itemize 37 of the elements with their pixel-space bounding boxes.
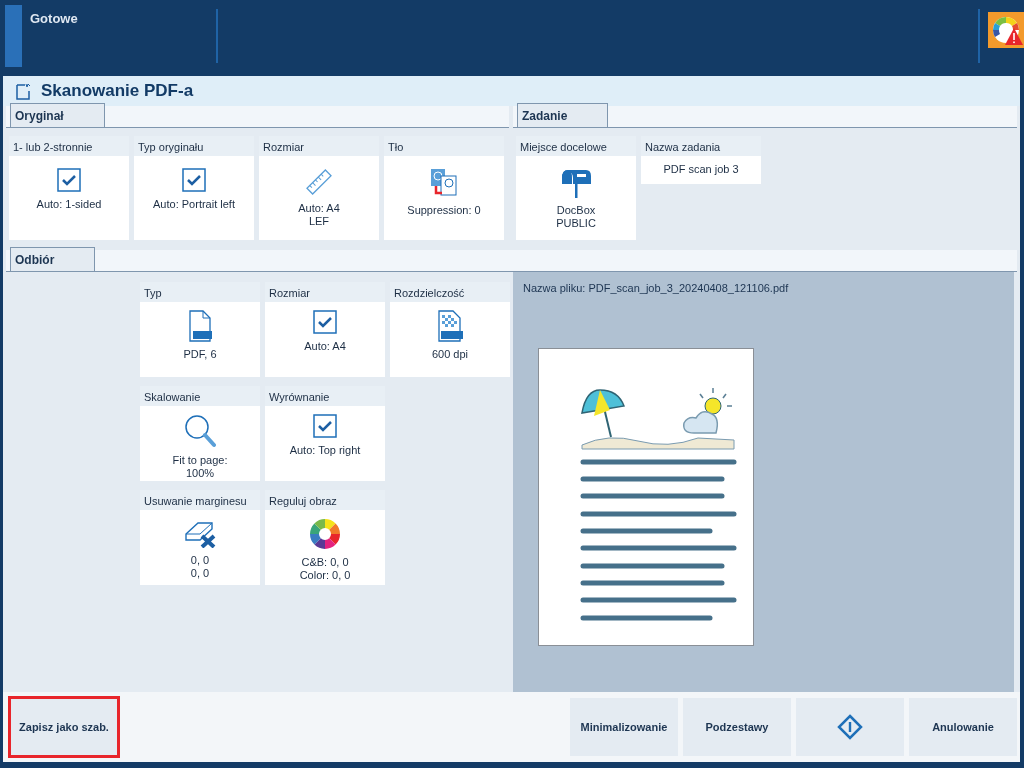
tile-label: Rozdzielczość bbox=[390, 282, 510, 302]
tile-value: Auto: Portrait left bbox=[153, 198, 235, 211]
file-name-text: Nazwa pliku: PDF_scan_job_3_20240408_121106.pdf bbox=[523, 281, 790, 296]
tile-value: Fit to page: 100% bbox=[172, 454, 228, 480]
tile-value: 0, 0 0, 0 bbox=[190, 554, 210, 580]
tile-label: Usuwanie marginesu bbox=[140, 490, 260, 510]
tile-label: Skalowanie bbox=[140, 386, 260, 406]
tile-value: Auto: 1-sided bbox=[36, 198, 102, 211]
footer-button[interactable]: Minimalizowanie bbox=[570, 698, 678, 756]
tile-label: 1- lub 2-stronnie bbox=[9, 136, 129, 156]
footer-button[interactable]: Zapisz jako szab. bbox=[8, 696, 120, 758]
tile-value: DocBox PUBLIC bbox=[556, 204, 596, 230]
footer-button[interactable]: Podzestawy bbox=[683, 698, 791, 756]
section-tab[interactable]: Zadanie bbox=[517, 103, 609, 127]
tile-label: Tło bbox=[384, 136, 504, 156]
screen-title: Skanowanie PDF-a bbox=[41, 80, 194, 103]
tile-value: Auto: Top right bbox=[289, 444, 361, 457]
footer-button[interactable]: Anulowanie bbox=[909, 698, 1017, 756]
section-tab[interactable]: Odbiór bbox=[10, 247, 96, 271]
setting-tile[interactable]: Nazwa zadania PDF scan job 3 bbox=[641, 136, 761, 240]
tile-value: Auto: A4 LEF bbox=[298, 202, 340, 228]
status-text: Gotowe bbox=[30, 10, 79, 28]
tile-value: 600 dpi bbox=[431, 348, 469, 361]
tile-label: Reguluj obraz bbox=[265, 490, 385, 510]
tile-label: Miejsce docelowe bbox=[516, 136, 636, 156]
tile-label: Rozmiar bbox=[265, 282, 385, 302]
tile-value: PDF scan job 3 bbox=[663, 163, 739, 176]
tile-label: Wyrównanie bbox=[265, 386, 385, 406]
tile-value: Auto: A4 bbox=[304, 340, 346, 353]
tile-label: Rozmiar bbox=[259, 136, 379, 156]
tile-value: PDF, 6 bbox=[183, 348, 217, 361]
tile-label: Typ bbox=[140, 282, 260, 302]
section-tab[interactable]: Oryginał bbox=[10, 103, 105, 127]
tile-value: Suppression: 0 bbox=[407, 204, 481, 217]
tile-label: Typ oryginału bbox=[134, 136, 254, 156]
tile-label: Nazwa zadania bbox=[641, 136, 761, 156]
tile-value: C&B: 0, 0 Color: 0, 0 bbox=[299, 556, 351, 582]
